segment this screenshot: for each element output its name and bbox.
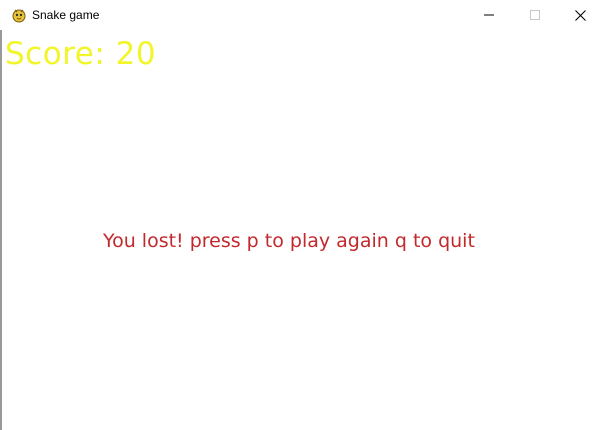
title-bar[interactable]: Snake game: [0, 0, 603, 30]
close-button[interactable]: [557, 0, 603, 30]
window-title: Snake game: [32, 8, 100, 22]
game-over-message: You lost! press p to play again q to qui…: [103, 230, 475, 252]
close-icon: [574, 9, 586, 21]
snake-app-icon: [11, 7, 27, 23]
maximize-icon: [530, 10, 540, 20]
minimize-button[interactable]: [466, 0, 512, 30]
game-canvas[interactable]: Score: 20 You lost! press p to play agai…: [2, 30, 603, 430]
game-window: Snake game Score: 20 You lost! press p t…: [0, 0, 603, 430]
score-display: Score: 20: [5, 36, 157, 72]
minimize-icon: [484, 14, 494, 16]
maximize-button[interactable]: [512, 0, 558, 30]
